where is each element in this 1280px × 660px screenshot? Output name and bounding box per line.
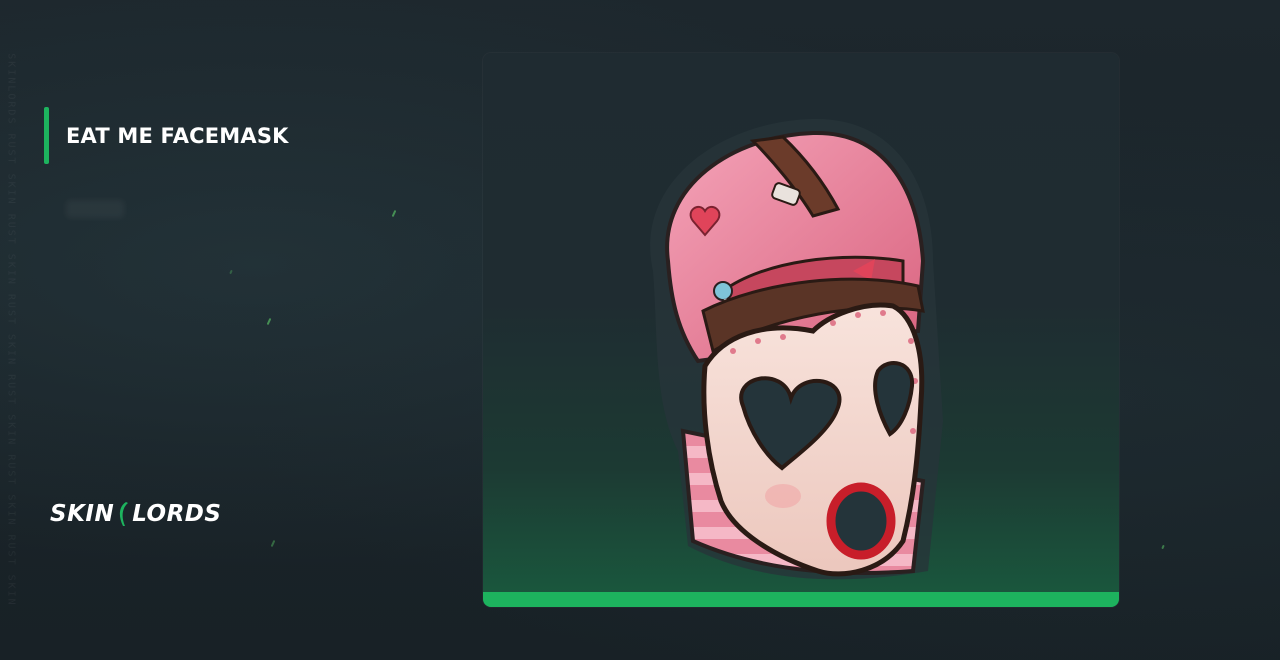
facemask-image [650, 118, 943, 580]
decor-spark [229, 269, 233, 275]
item-title: EAT ME FACEMASK [66, 123, 289, 148]
item-title-block: EAT ME FACEMASK [44, 107, 289, 164]
item-preview-card [483, 53, 1119, 607]
decor-spark [391, 209, 397, 218]
logo-text-right: LORDS [132, 501, 222, 527]
blurred-badge [66, 200, 124, 218]
side-watermark: SKINLORDS RUST SKIN RUST SKIN RUST SKIN … [2, 0, 20, 660]
sickle-icon [120, 502, 129, 526]
title-accent-bar [44, 107, 49, 164]
decor-spark [270, 539, 276, 548]
card-accent-bar [483, 592, 1119, 607]
decor-spark [266, 317, 272, 326]
watermark-text: SKINLORDS RUST SKIN RUST SKIN RUST SKIN … [5, 53, 17, 607]
decor-spark [1161, 544, 1165, 550]
item-banner: SKINLORDS RUST SKIN RUST SKIN RUST SKIN … [0, 0, 1280, 660]
brand-logo: SKIN LORDS [50, 500, 221, 528]
logo-text-left: SKIN [50, 501, 115, 527]
